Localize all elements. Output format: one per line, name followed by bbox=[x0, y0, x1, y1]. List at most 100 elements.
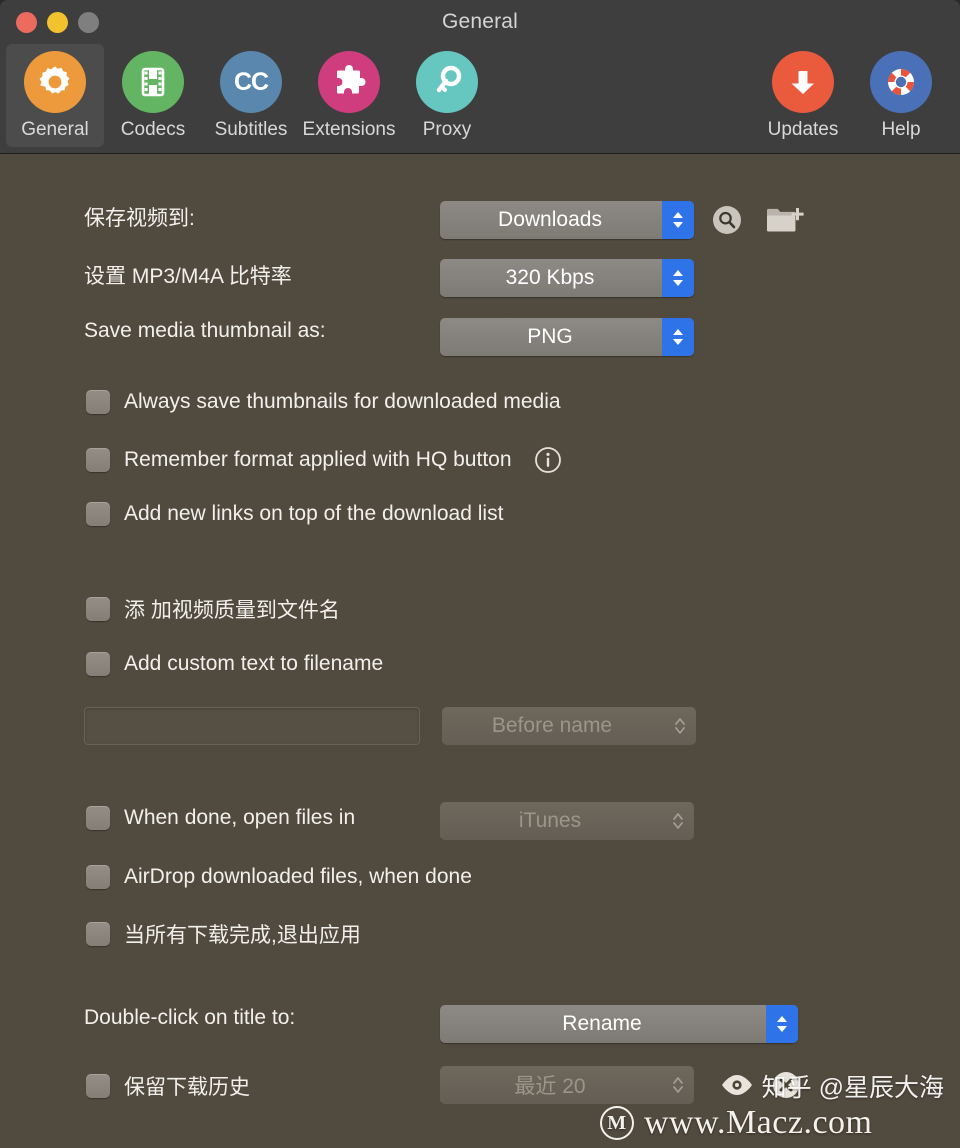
window-title: General bbox=[441, 10, 519, 33]
checkbox-row-add-quality-to-filename[interactable]: 添 加视频质量到文件名 bbox=[86, 594, 340, 624]
checkbox-row-airdrop[interactable]: AirDrop downloaded files, when done bbox=[86, 865, 472, 889]
keep-history-value: 最近 20 bbox=[514, 1075, 586, 1098]
row-mp3-bitrate: 设置 MP3/M4A 比特率 bbox=[84, 260, 292, 290]
toolbar-label-help: Help bbox=[881, 119, 921, 140]
row-save-video-to: 保存视频到: bbox=[84, 202, 195, 232]
checkbox-row-when-done-open[interactable]: When done, open files in bbox=[86, 806, 355, 830]
title-bar: General bbox=[0, 0, 960, 44]
eye-icon[interactable] bbox=[720, 1073, 754, 1097]
remember-hq-format-label: Remember format applied with HQ button bbox=[124, 448, 512, 471]
keep-history-select: 最近 20 bbox=[440, 1066, 694, 1104]
keep-history-checkbox[interactable] bbox=[86, 1074, 110, 1098]
custom-text-position-stepper bbox=[664, 707, 696, 745]
toolbar-item-proxy[interactable]: Proxy bbox=[398, 44, 496, 141]
checkbox-row-keep-history[interactable]: 保留下载历史 bbox=[86, 1071, 250, 1101]
toolbar-item-subtitles[interactable]: CC Subtitles bbox=[202, 44, 300, 141]
new-folder-icon[interactable] bbox=[766, 205, 804, 235]
preferences-window: General General Codecs CC Subtitles Exte… bbox=[0, 0, 960, 1148]
double-click-label: Double-click on title to: bbox=[84, 1006, 296, 1029]
double-click-select[interactable]: Rename bbox=[440, 1005, 798, 1043]
mp3-bitrate-control: 320 Kbps bbox=[440, 259, 694, 297]
toolbar-label-subtitles: Subtitles bbox=[214, 119, 288, 140]
double-click-stepper[interactable] bbox=[766, 1005, 798, 1043]
thumbnail-format-control: PNG bbox=[440, 318, 694, 356]
mp3-bitrate-stepper[interactable] bbox=[662, 259, 694, 297]
thumbnail-format-label: Save media thumbnail as: bbox=[84, 319, 326, 342]
when-done-open-stepper bbox=[662, 802, 694, 840]
when-done-open-checkbox[interactable] bbox=[86, 806, 110, 830]
mp3-bitrate-select[interactable]: 320 Kbps bbox=[440, 259, 694, 297]
custom-text-controls: Before name bbox=[84, 707, 696, 745]
toolbar-label-extensions: Extensions bbox=[302, 119, 396, 140]
toolbar-item-updates[interactable]: Updates bbox=[754, 44, 852, 141]
toolbar-item-help[interactable]: Help bbox=[852, 44, 950, 141]
toolbar-item-general[interactable]: General bbox=[6, 44, 104, 147]
macz-watermark: M www.Macz.com bbox=[600, 1104, 873, 1142]
double-click-control: Rename bbox=[440, 1005, 798, 1043]
toolbar-label-proxy: Proxy bbox=[422, 119, 472, 140]
keep-history-label: 保留下载历史 bbox=[124, 1076, 250, 1099]
macz-logo-icon: M bbox=[600, 1106, 634, 1140]
mp3-bitrate-label: 设置 MP3/M4A 比特率 bbox=[84, 265, 292, 288]
airdrop-checkbox[interactable] bbox=[86, 865, 110, 889]
checkbox-row-always-save-thumbnails[interactable]: Always save thumbnails for downloaded me… bbox=[86, 390, 561, 414]
when-done-open-control: iTunes bbox=[440, 802, 694, 840]
checkbox-row-add-custom-text[interactable]: Add custom text to filename bbox=[86, 652, 383, 676]
info-icon[interactable] bbox=[534, 446, 562, 474]
custom-text-input[interactable] bbox=[84, 707, 420, 745]
gear-icon bbox=[24, 51, 86, 113]
chevron-updown-icon bbox=[671, 209, 685, 231]
checkbox-row-quit-when-done[interactable]: 当所有下载完成,退出应用 bbox=[86, 919, 361, 949]
minimize-button[interactable] bbox=[47, 11, 68, 33]
when-done-open-value: iTunes bbox=[518, 809, 582, 832]
magnifier-icon[interactable] bbox=[712, 205, 742, 235]
film-strip-icon bbox=[122, 51, 184, 113]
download-arrow-icon bbox=[772, 51, 834, 113]
mp3-bitrate-value: 320 Kbps bbox=[505, 266, 595, 289]
keep-history-control: 最近 20 bbox=[440, 1066, 800, 1104]
close-button[interactable] bbox=[16, 11, 37, 33]
save-video-to-stepper[interactable] bbox=[662, 201, 694, 239]
save-video-to-label: 保存视频到: bbox=[84, 207, 195, 230]
checkbox-row-add-new-links-on-top[interactable]: Add new links on top of the download lis… bbox=[86, 502, 503, 526]
save-video-to-value: Downloads bbox=[498, 208, 602, 231]
remember-hq-format-checkbox[interactable] bbox=[86, 448, 110, 472]
chevron-updown-icon bbox=[673, 715, 687, 737]
custom-text-position-value: Before name bbox=[491, 714, 613, 737]
toolbar-item-extensions[interactable]: Extensions bbox=[300, 44, 398, 141]
add-new-links-on-top-label: Add new links on top of the download lis… bbox=[124, 502, 504, 525]
row-double-click: Double-click on title to: bbox=[84, 1006, 295, 1030]
custom-text-position-select: Before name bbox=[442, 707, 696, 745]
toolbar-label-codecs: Codecs bbox=[120, 119, 186, 140]
cc-icon: CC bbox=[220, 51, 282, 113]
when-done-open-label: When done, open files in bbox=[124, 806, 356, 829]
checkbox-row-remember-hq-format[interactable]: Remember format applied with HQ button bbox=[86, 446, 562, 474]
macz-watermark-text: www.Macz.com bbox=[644, 1104, 873, 1141]
toolbar-label-updates: Updates bbox=[767, 119, 839, 140]
keep-history-stepper bbox=[662, 1066, 694, 1104]
zoom-button[interactable] bbox=[78, 11, 99, 33]
toolbar-label-general: General bbox=[21, 119, 89, 140]
save-video-to-select[interactable]: Downloads bbox=[440, 201, 694, 239]
always-save-thumbnails-checkbox[interactable] bbox=[86, 390, 110, 414]
add-custom-text-label: Add custom text to filename bbox=[124, 652, 384, 675]
airdrop-label: AirDrop downloaded files, when done bbox=[124, 865, 472, 888]
thumbnail-format-value: PNG bbox=[527, 325, 573, 348]
general-settings-pane: 保存视频到: Downloads 设置 MP3/M4A 比特率 320 Kbps… bbox=[0, 154, 960, 1148]
quit-when-done-checkbox[interactable] bbox=[86, 922, 110, 946]
double-click-value: Rename bbox=[562, 1012, 642, 1035]
puzzle-piece-icon bbox=[318, 51, 380, 113]
clear-circle-icon[interactable] bbox=[772, 1071, 800, 1099]
add-custom-text-checkbox[interactable] bbox=[86, 652, 110, 676]
add-new-links-on-top-checkbox[interactable] bbox=[86, 502, 110, 526]
when-done-open-select: iTunes bbox=[440, 802, 694, 840]
thumbnail-format-stepper[interactable] bbox=[662, 318, 694, 356]
add-quality-to-filename-checkbox[interactable] bbox=[86, 597, 110, 621]
quit-when-done-label: 当所有下载完成,退出应用 bbox=[124, 924, 361, 947]
toolbar-item-codecs[interactable]: Codecs bbox=[104, 44, 202, 141]
always-save-thumbnails-label: Always save thumbnails for downloaded me… bbox=[124, 390, 561, 413]
add-quality-to-filename-label: 添 加视频质量到文件名 bbox=[124, 599, 340, 622]
thumbnail-format-select[interactable]: PNG bbox=[440, 318, 694, 356]
key-icon bbox=[416, 51, 478, 113]
life-ring-icon bbox=[870, 51, 932, 113]
